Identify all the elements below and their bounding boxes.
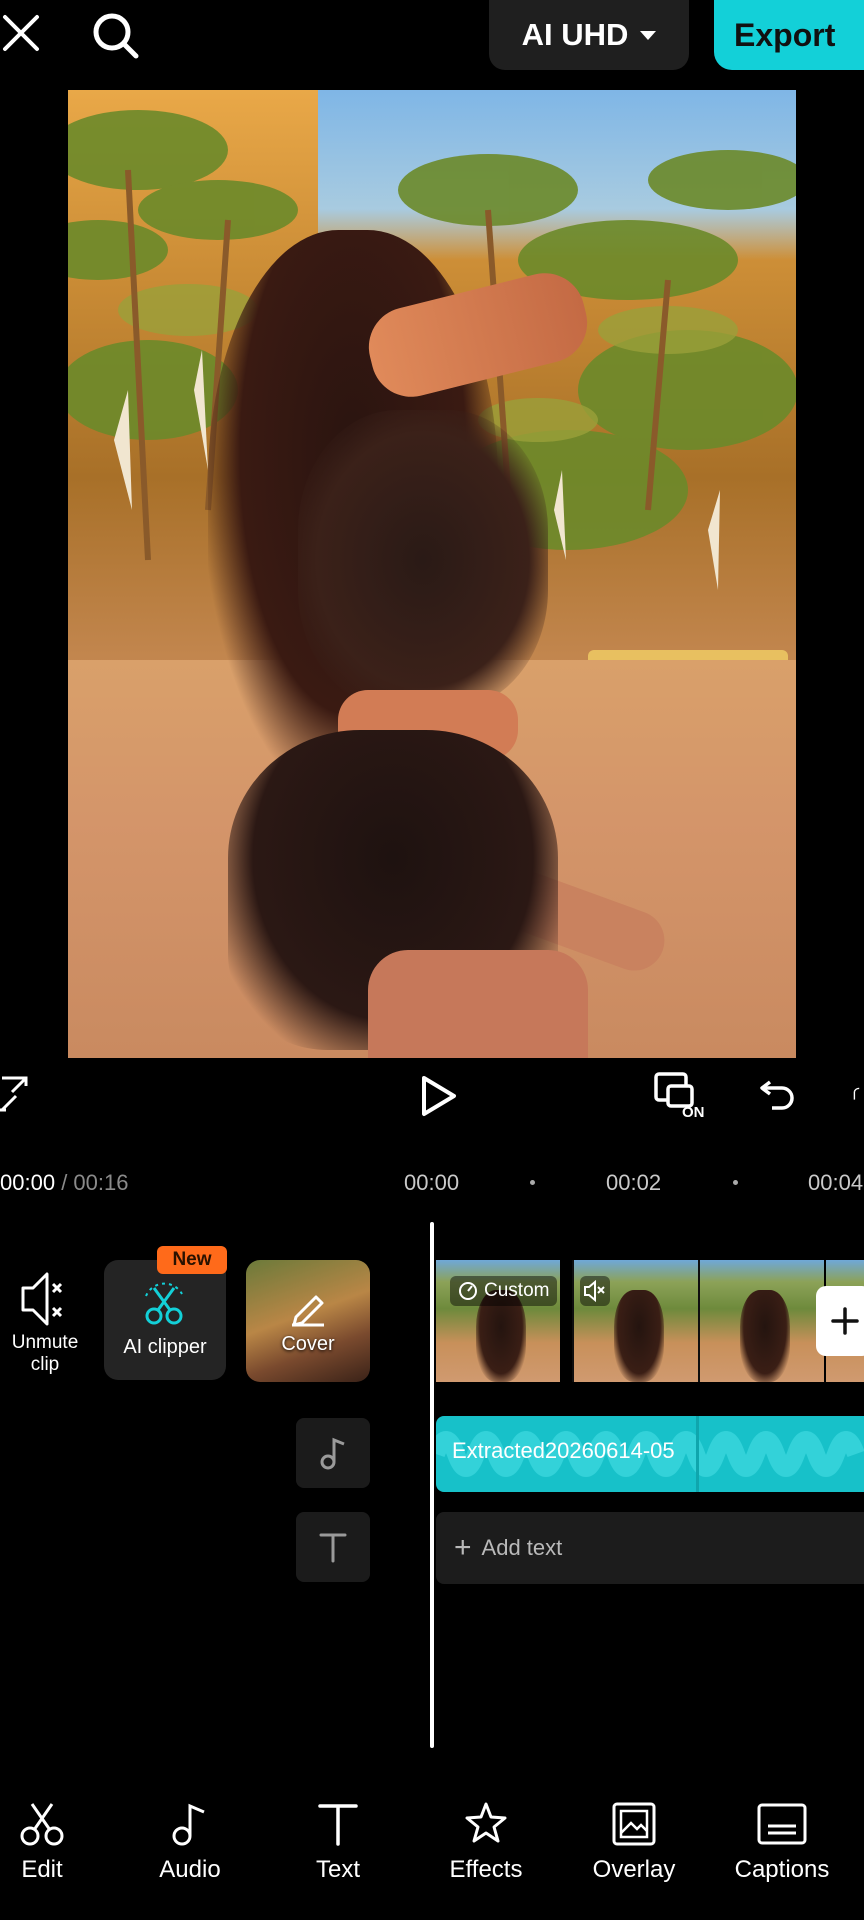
quality-selector[interactable]: AI UHD xyxy=(489,0,689,70)
speed-icon xyxy=(459,1282,477,1300)
text-icon xyxy=(318,1804,358,1846)
speed-badge: Custom xyxy=(450,1276,558,1306)
cover-label: Cover xyxy=(281,1332,335,1355)
plus-icon: + xyxy=(454,1531,472,1564)
close-button[interactable] xyxy=(0,10,42,56)
export-button[interactable]: Export xyxy=(714,0,864,70)
time-readout: 00:00 / 00:16 xyxy=(0,1170,128,1196)
add-clip-button[interactable] xyxy=(816,1286,864,1356)
tool-label: Overlay xyxy=(592,1856,676,1883)
cover-button[interactable]: Cover xyxy=(246,1260,370,1382)
undo-button[interactable] xyxy=(756,1072,800,1116)
music-note-icon xyxy=(172,1803,205,1846)
music-note-icon xyxy=(320,1437,345,1470)
tool-text[interactable]: Text xyxy=(268,1798,408,1898)
fullscreen-button[interactable] xyxy=(0,1072,32,1116)
add-audio-chip[interactable] xyxy=(296,1418,370,1488)
redo-icon xyxy=(853,1087,860,1100)
close-icon xyxy=(3,15,39,51)
pencil-icon xyxy=(292,1295,324,1326)
chevron-down-icon xyxy=(640,30,657,40)
tool-label: Text xyxy=(315,1856,360,1883)
speed-label: Custom xyxy=(484,1280,550,1301)
tool-label: Effects xyxy=(449,1856,523,1883)
scissors-icon xyxy=(20,1803,64,1846)
overlay-icon xyxy=(612,1802,656,1846)
text-icon xyxy=(319,1533,347,1563)
playhead[interactable] xyxy=(430,1222,434,1748)
video-clip[interactable]: Custom xyxy=(436,1260,864,1382)
fullscreen-icon xyxy=(0,1076,28,1112)
ai-clipper-label: AI clipper xyxy=(123,1335,207,1358)
unmute-clip-label: Unmute clip xyxy=(11,1332,79,1375)
plus-icon xyxy=(831,1307,859,1335)
tick-dot xyxy=(530,1180,535,1185)
playback-controls: ON xyxy=(0,1060,864,1134)
tool-label: Captions xyxy=(734,1856,830,1883)
tool-effects[interactable]: Effects xyxy=(416,1798,556,1898)
tool-label: Audio xyxy=(159,1856,221,1883)
ai-clipper-icon xyxy=(145,1282,183,1324)
captions-icon xyxy=(757,1803,807,1845)
current-time: 00:00 xyxy=(0,1170,56,1195)
add-text-chip[interactable] xyxy=(296,1512,370,1582)
play-button[interactable] xyxy=(414,1072,462,1120)
new-badge: New xyxy=(157,1246,227,1274)
play-icon xyxy=(422,1076,456,1116)
tool-captions[interactable]: Captions xyxy=(712,1798,852,1898)
video-preview[interactable] xyxy=(68,90,796,1058)
time-ruler: 00:00 / 00:16 00:00 00:02 00:04 xyxy=(0,1160,864,1200)
tool-audio[interactable]: Audio xyxy=(120,1798,260,1898)
tool-edit[interactable]: Edit xyxy=(0,1798,112,1898)
top-bar: AI UHD Export xyxy=(0,0,864,80)
audio-clip-name: Extracted20260614-05 xyxy=(452,1438,675,1463)
bottom-toolbar: Edit Audio Text Effects Overlay Captions xyxy=(0,1780,864,1920)
add-text-track[interactable]: + Add text xyxy=(436,1512,864,1584)
star-icon xyxy=(465,1802,507,1843)
quality-label: AI UHD xyxy=(521,17,629,52)
tick-label: 00:00 xyxy=(404,1170,460,1195)
redo-button[interactable] xyxy=(848,1074,864,1114)
tool-overlay[interactable]: Overlay xyxy=(564,1798,704,1898)
add-text-label: Add text xyxy=(481,1535,563,1560)
search-icon xyxy=(93,13,139,59)
tick-label: 00:04 xyxy=(808,1170,864,1195)
clip-frame xyxy=(700,1260,824,1382)
keyframe-on-badge: ON xyxy=(682,1104,705,1121)
ai-clipper-button[interactable]: AI clipper xyxy=(104,1260,226,1380)
keyframe-toggle[interactable]: ON xyxy=(652,1068,708,1124)
unmute-icon xyxy=(21,1272,63,1326)
tick-dot xyxy=(733,1180,738,1185)
tick-label: 00:02 xyxy=(606,1170,662,1195)
muted-speaker-icon xyxy=(584,1280,605,1302)
search-button[interactable] xyxy=(88,8,144,64)
unmute-clip-button[interactable]: Unmute clip xyxy=(0,1262,90,1382)
tool-label: Edit xyxy=(21,1856,63,1883)
audio-clip[interactable]: Extracted20260614-05 xyxy=(436,1416,864,1492)
undo-icon xyxy=(760,1080,794,1110)
video-editor-screen: AI UHD Export ON 00:00 / 00:16 00:00 00:… xyxy=(0,0,864,1920)
total-time: / 00:16 xyxy=(61,1170,129,1195)
clip-muted-badge xyxy=(580,1276,610,1306)
